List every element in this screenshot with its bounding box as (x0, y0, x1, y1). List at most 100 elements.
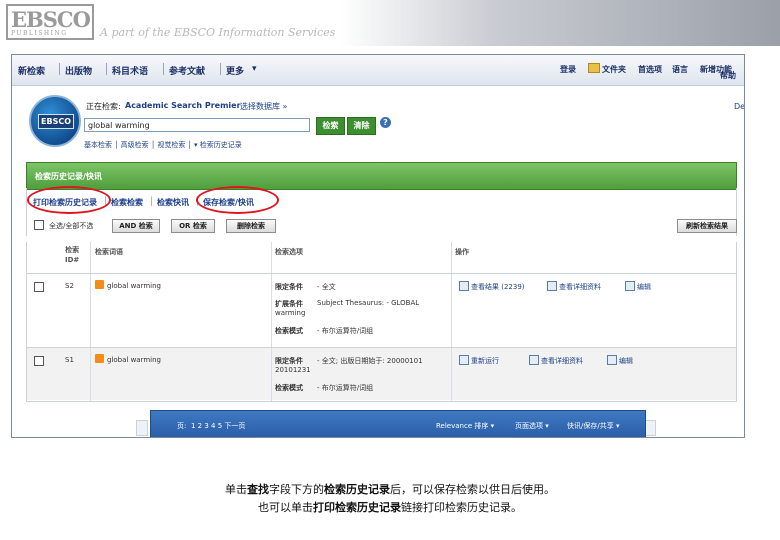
caption-bold: 查找 (247, 483, 269, 496)
toolbar-right-group: 登录 文件夹 首选项 语言 新增功能 帮助 (558, 61, 744, 81)
column-divider (271, 242, 272, 401)
toolbar-divider (106, 63, 107, 75)
delete-searches-button[interactable]: 删除检索 (226, 219, 276, 233)
retrieve-searches-link[interactable]: 检索检索 (111, 197, 143, 208)
view-results-link[interactable]: 查看结果 (2239) (471, 282, 525, 292)
limiters-value-cont: 20101231 (275, 366, 311, 374)
row-term: global warming (107, 282, 161, 290)
info-icon (547, 281, 557, 291)
nav-cited-references[interactable]: 参考文献 (169, 64, 205, 77)
header-actions: 操作 (455, 248, 469, 256)
search-history-header: 检索历史记录/快讯 (26, 162, 737, 190)
nav-more[interactable]: 更多 (226, 64, 244, 77)
ebsco-banner: EBSCO PUBLISHING A part of the EBSCO Inf… (0, 0, 780, 46)
caption-bold: 打印检索历史记录 (313, 501, 401, 514)
row-id: S2 (65, 282, 74, 290)
scroll-strip-left (136, 420, 148, 436)
toolbar-divider (220, 63, 221, 75)
searching-database: Academic Search Premier (125, 101, 241, 110)
expanders-value-cont: warming (275, 309, 306, 317)
nav-folder[interactable]: 文件夹 (602, 64, 626, 75)
column-divider (90, 242, 91, 401)
edit-icon (625, 281, 635, 291)
ebsco-host-screenshot: 新检索 出版物 科目术语 参考文献 更多 ▾ 登录 文件夹 首选项 语言 新增功… (11, 54, 745, 438)
caption-line-1: 单击查找字段下方的检索历史记录后，可以保存检索以供日后使用。 (0, 481, 780, 499)
expanders-value: Subject Thesaurus: - GLOBAL (317, 299, 420, 307)
toolbar-divider (59, 63, 60, 75)
nav-subject-terms[interactable]: 科目术语 (112, 64, 148, 77)
search-history-table: 检索 ID# 检索词语 检索选项 操作 S2 global warming 限定… (26, 242, 737, 402)
row-id: S1 (65, 356, 74, 364)
header-search-id: 检索 ID# (65, 246, 80, 264)
logo-label: EBSCO (38, 114, 74, 129)
expanders-label: 扩展条件 (275, 300, 303, 308)
search-mode-value: - 布尔运算符/词组 (317, 327, 374, 335)
header-search-terms: 检索词语 (95, 248, 123, 256)
search-history-title: 检索历史记录/快讯 (35, 172, 102, 181)
banner-tagline: A part of the EBSCO Information Services (100, 26, 336, 39)
alert-save-share-dropdown[interactable]: 快讯/保存/共享 ▾ (567, 421, 619, 431)
demo-link[interactable]: Demo (734, 102, 744, 111)
nav-new-search[interactable]: 新检索 (18, 64, 45, 77)
banner-gradient (340, 0, 780, 46)
rerun-link[interactable]: 重新运行 (471, 356, 499, 366)
or-search-button[interactable]: OR 检索 (171, 219, 215, 233)
chevron-down-icon: ▾ (252, 64, 257, 74)
rss-icon[interactable] (95, 354, 104, 363)
search-button[interactable]: 检索 (316, 117, 345, 135)
select-all-label: 全选/全部不选 (49, 222, 94, 230)
row-checkbox[interactable] (34, 356, 44, 366)
limiters-label: 限定条件 (275, 283, 303, 291)
edit-icon (607, 355, 617, 365)
row-checkbox[interactable] (34, 282, 44, 292)
help-icon[interactable]: ? (380, 117, 391, 128)
slide-caption: 单击查找字段下方的检索历史记录后，可以保存检索以供日后使用。 也可以单击打印检索… (0, 481, 780, 517)
folder-icon (588, 63, 600, 73)
retrieve-alerts-link[interactable]: 检索快讯 (157, 197, 189, 208)
search-mode-label: 检索模式 (275, 327, 303, 335)
choose-databases-link[interactable]: 选择数据库 » (240, 101, 287, 112)
row-term: global warming (107, 356, 161, 364)
page-prefix: 页: (177, 422, 187, 430)
caption-text: 单击 (225, 483, 247, 496)
logo-text: EBSCO (11, 7, 91, 32)
view-details-link[interactable]: 查看详细资料 (559, 282, 601, 292)
ebsco-publishing-logo: EBSCO PUBLISHING (6, 4, 94, 40)
page-options-dropdown[interactable]: 页面选项 ▾ (515, 421, 549, 431)
highlight-ellipse-save (196, 186, 279, 214)
row-divider (27, 273, 736, 274)
edit-link[interactable]: 编辑 (637, 282, 651, 292)
search-input[interactable] (84, 118, 310, 132)
limiters-value: - 全文; 出版日期始于: 20000101 (317, 357, 423, 365)
limiters-value: - 全文 (317, 283, 336, 291)
nav-languages[interactable]: 语言 (672, 64, 688, 75)
clear-button[interactable]: 清除 (347, 117, 376, 135)
column-divider (451, 242, 452, 401)
caption-bold: 检索历史记录 (324, 483, 390, 496)
select-all-checkbox[interactable] (34, 220, 44, 230)
caption-text: 字段下方的 (269, 483, 324, 496)
nav-publications[interactable]: 出版物 (65, 64, 92, 77)
sort-dropdown[interactable]: Relevance 排序 ▾ (436, 421, 494, 431)
top-toolbar: 新检索 出版物 科目术语 参考文献 更多 ▾ 登录 文件夹 首选项 语言 新增功… (12, 55, 744, 86)
search-mode-links[interactable]: 基本检索 │ 高级检索 │ 视觉检索 │ ▾ 检索历史记录 (84, 140, 242, 150)
limiters-label: 限定条件 (275, 357, 303, 365)
nav-sign-in[interactable]: 登录 (560, 64, 576, 75)
caption-text: 后，可以保存检索以供日后使用。 (390, 483, 555, 496)
pagination-links[interactable]: 1 2 3 4 5 下一页 (191, 421, 245, 431)
search-mode-value: - 布尔运算符/词组 (317, 384, 374, 392)
view-details-link[interactable]: 查看详细资料 (541, 356, 583, 366)
caption-text: 也可以单击 (258, 501, 313, 514)
results-bottom-bar: 页: 1 2 3 4 5 下一页 Relevance 排序 ▾ 页面选项 ▾ 快… (150, 410, 646, 437)
refresh-results-button[interactable]: 刷新检索结果 (677, 219, 737, 233)
toolbar-divider (163, 63, 164, 75)
search-history-links: 打印检索历史记录 │ 检索检索 │ 检索快讯 │ 保存检索/快讯 (26, 186, 737, 214)
info-icon (529, 355, 539, 365)
rerun-icon (459, 355, 469, 365)
nav-preferences[interactable]: 首选项 (638, 64, 662, 75)
rss-icon[interactable] (95, 280, 104, 289)
searching-label: 正在检索: (86, 102, 121, 111)
edit-link[interactable]: 编辑 (619, 356, 633, 366)
and-search-button[interactable]: AND 检索 (112, 219, 160, 233)
nav-help-visible[interactable]: 帮助 (720, 70, 736, 81)
